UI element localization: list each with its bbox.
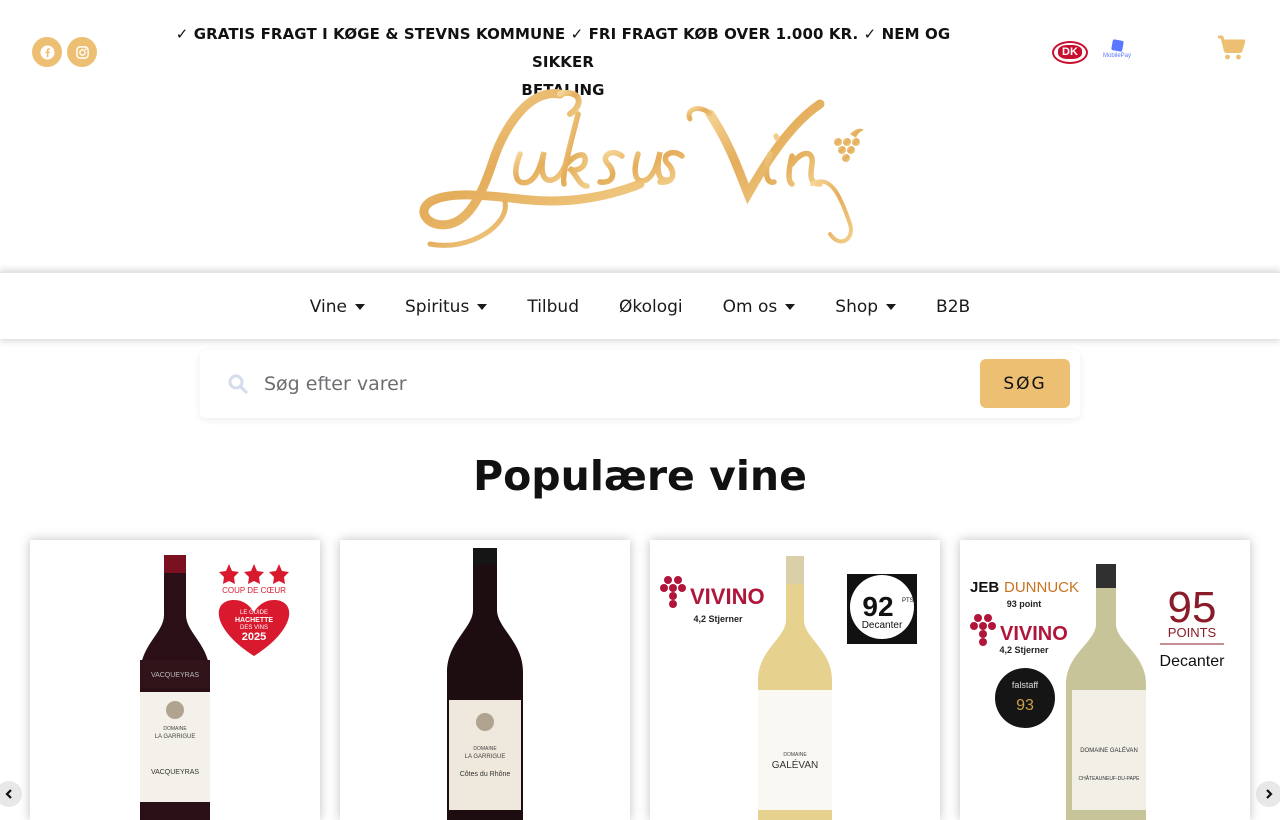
mobilepay-logo: MobilePay [1102,39,1132,64]
bottle-label-domaine: DOMAINE [163,726,187,732]
search-bar: SØG [200,350,1080,418]
nav-label: B2B [936,296,971,317]
bottle-label-name: GALÉVAN [772,758,819,771]
product-card[interactable]: VIVINO 4,2 Stjerner DOMAINE GALÉVAN 92 P… [650,540,940,820]
vivino-rating: 4,2 Stjerner [999,645,1049,655]
bottle-label-name: LA GARRIGUE [155,734,196,740]
badge-coup-de-coeur: COUP DE CŒUR [222,586,286,595]
decanter-pts: PTS. [902,598,916,604]
nav-item-vine[interactable]: Vine [290,273,385,340]
nav-item-tilbud[interactable]: Tilbud [507,273,599,340]
search-input[interactable] [264,364,964,404]
announcement-line-1: ✓ GRATIS FRAGT I KØGE & STEVNS KOMMUNE ✓… [175,25,951,71]
carousel-next-button[interactable] [1256,781,1280,807]
caret-down-icon [355,303,365,310]
decanter-label: Decanter [862,620,903,631]
nav-item-spiritus[interactable]: Spiritus [385,273,507,340]
dankort-logo: DK [1052,40,1088,64]
facebook-icon[interactable] [32,37,62,67]
vivino-rating: 4,2 Stjerner [693,614,743,624]
main-navigation: Vine Spiritus Tilbud Økologi Om os Shop … [0,272,1280,339]
shopping-cart-icon[interactable] [1217,35,1246,61]
bottle-label-domaine: DOMAINE [783,752,807,758]
nav-label: Shop [835,296,879,317]
bottle-label-name: LA GARRIGUE [465,754,506,760]
bottle-label-appellation: VACQUEYRAS [151,769,199,776]
falstaff-label: falstaff [1012,680,1039,690]
badge-year: 2025 [242,631,266,643]
product-image: VIVINO 4,2 Stjerner DOMAINE GALÉVAN 92 P… [660,556,917,820]
caret-down-icon [785,303,796,310]
falstaff-score: 93 [1016,697,1034,714]
product-image: COUP DE CŒUR LE GUIDE HACHETTE DES VINS … [140,555,290,820]
search-icon [228,374,248,394]
caret-down-icon [886,303,897,310]
mobilepay-icon [1110,39,1124,52]
points-label: POINTS [1168,625,1217,640]
nav-label: Spiritus [405,296,470,317]
points-source: Decanter [1160,653,1226,670]
badge-hachette: HACHETTE [235,617,273,624]
product-card[interactable]: COUP DE CŒUR LE GUIDE HACHETTE DES VINS … [30,540,320,820]
nav-item-shop[interactable]: Shop [815,273,916,340]
product-image: JEB DUNNUCK 93 point VIVINO 4,2 Stjerner… [970,564,1226,820]
product-card[interactable]: JEB DUNNUCK 93 point VIVINO 4,2 Stjerner… [960,540,1250,820]
instagram-icon[interactable] [67,37,97,67]
badge-le-guide: LE GUIDE [240,610,268,616]
nav-label: Vine [309,296,347,317]
dankort-label: DK [1058,45,1082,59]
bottle-label-appellation: Côtes du Rhône [460,771,511,778]
payment-methods: DK MobilePay [1052,39,1132,64]
jeb-logo: JEB [970,579,999,596]
bottle-label-top: VACQUEYRAS [151,672,199,679]
jeb-points: 93 point [1007,599,1042,609]
bottle-label-appellation: CHÂTEAUNEUF-DU-PAPE [1078,775,1140,782]
vivino-logo-text: VIVINO [1000,623,1068,645]
nav-item-b2b[interactable]: B2B [916,273,990,340]
jeb-name: DUNNUCK [1004,579,1079,596]
section-title: Populære vine [473,452,807,500]
mobilepay-label: MobilePay [1102,53,1131,59]
top-bar: ✓ GRATIS FRAGT I KØGE & STEVNS KOMMUNE ✓… [0,0,1280,99]
nav-item-okologi[interactable]: Økologi [599,273,703,340]
nav-label: Økologi [619,296,683,317]
search-button[interactable]: SØG [980,359,1070,408]
nav-label: Tilbud [527,296,579,317]
product-image: DOMAINE LA GARRIGUE Côtes du Rhône [447,548,523,820]
bottle-label-domaine: DOMAINE GALÉVAN [1080,747,1138,754]
nav-label: Om os [722,296,778,317]
decanter-score: 92 [862,591,893,622]
nav-item-om-os[interactable]: Om os [703,273,816,340]
vivino-logo-text: VIVINO [690,584,765,609]
carousel-prev-button[interactable] [0,781,22,807]
site-logo[interactable] [410,84,870,256]
product-card[interactable]: DOMAINE LA GARRIGUE Côtes du Rhône [340,540,630,820]
bottle-label-domaine: DOMAINE [473,746,497,752]
caret-down-icon [477,303,488,310]
